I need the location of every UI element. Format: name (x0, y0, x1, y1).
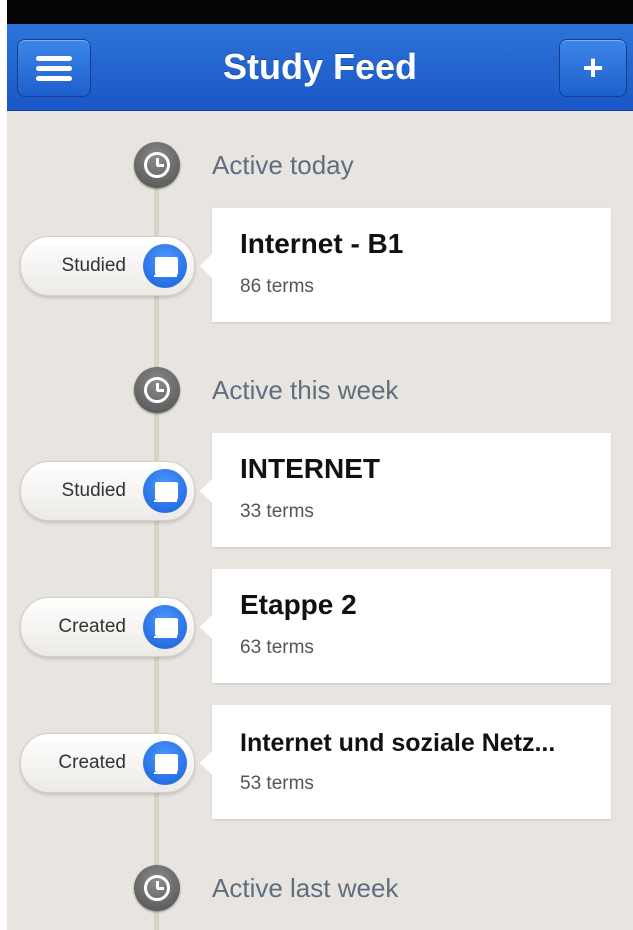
app-frame: Study Feed + Active today Studied Intern… (7, 0, 633, 930)
study-set-card[interactable]: Etappe 2 63 terms (200, 569, 611, 683)
term-count: 53 terms (240, 773, 314, 794)
study-set-title: Internet und soziale Netz... (240, 729, 556, 757)
activity-label: Studied (61, 480, 126, 501)
study-set-card[interactable]: INTERNET 33 terms (200, 433, 611, 547)
add-button[interactable]: + (559, 39, 627, 97)
term-count: 33 terms (240, 501, 314, 522)
study-set-icon (143, 741, 187, 785)
study-set-icon (143, 469, 187, 513)
navigation-bar: Study Feed + (7, 24, 633, 111)
status-bar (7, 0, 633, 24)
section-label: Active last week (212, 873, 399, 903)
study-set-icon (143, 605, 187, 649)
clock-icon (134, 367, 180, 413)
plus-icon: + (582, 47, 604, 88)
study-set-icon (143, 244, 187, 288)
activity-badge: Created (20, 597, 195, 657)
term-count: 86 terms (240, 276, 314, 297)
study-set-title: Internet - B1 (240, 228, 404, 259)
activity-label: Created (58, 752, 126, 773)
study-set-title: Etappe 2 (240, 589, 357, 620)
activity-label: Created (58, 616, 126, 637)
section-label: Active this week (212, 375, 399, 405)
section-header-active-this-week: Active this week (7, 367, 633, 417)
study-set-card[interactable]: Internet und soziale Netz... 53 terms (200, 705, 611, 819)
study-set-card[interactable]: Internet - B1 86 terms (200, 208, 611, 322)
activity-label: Studied (61, 255, 126, 276)
activity-badge: Studied (20, 461, 195, 521)
section-header-active-today: Active today (7, 142, 633, 192)
study-set-title: INTERNET (240, 453, 380, 484)
page-title: Study Feed (222, 46, 418, 87)
term-count: 63 terms (240, 637, 314, 658)
clock-icon (134, 865, 180, 911)
section-label: Active today (212, 150, 354, 180)
clock-icon (134, 142, 180, 188)
section-header-active-last-week: Active last week (7, 865, 633, 915)
activity-badge: Studied (20, 236, 195, 296)
activity-badge: Created (20, 733, 195, 793)
